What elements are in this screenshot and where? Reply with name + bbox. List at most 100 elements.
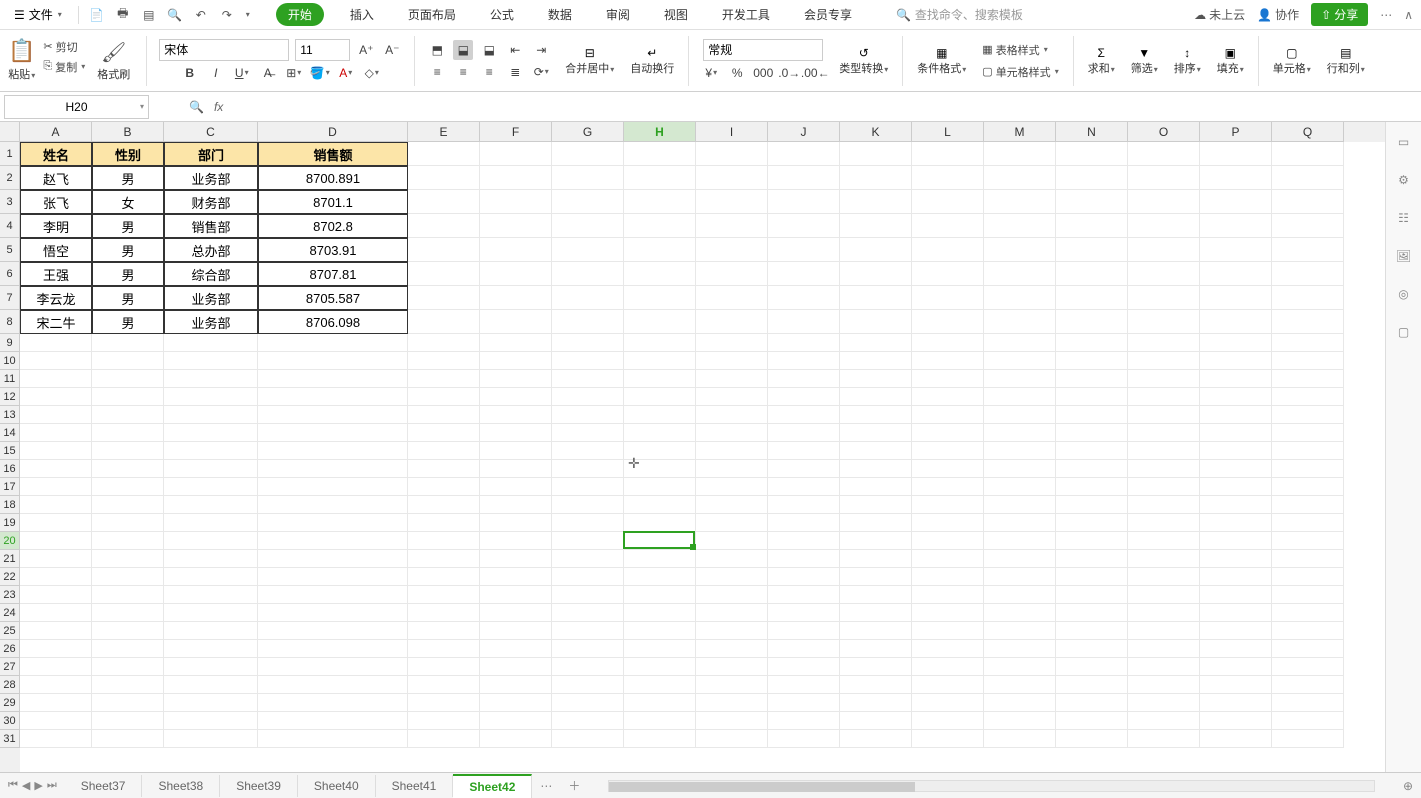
cell[interactable] — [1128, 352, 1200, 370]
cell[interactable] — [984, 286, 1056, 310]
cell[interactable] — [1128, 478, 1200, 496]
row-header[interactable]: 4 — [0, 214, 20, 238]
clear-format-button[interactable]: ◇▾ — [362, 63, 382, 83]
cell[interactable] — [408, 352, 480, 370]
cell[interactable] — [164, 568, 258, 586]
cell[interactable] — [768, 442, 840, 460]
cell[interactable] — [1056, 658, 1128, 676]
cell[interactable] — [984, 658, 1056, 676]
inc-decimal-icon[interactable]: .0→ — [779, 63, 799, 83]
cell[interactable] — [20, 334, 92, 352]
table-style[interactable]: ▦表格样式▾ — [980, 41, 1060, 59]
cell[interactable] — [164, 712, 258, 730]
cell[interactable] — [624, 730, 696, 748]
col-header-L[interactable]: L — [912, 122, 984, 142]
cell[interactable] — [20, 532, 92, 550]
cell[interactable] — [408, 388, 480, 406]
cell[interactable] — [1056, 286, 1128, 310]
cell[interactable]: 8701.1 — [258, 190, 408, 214]
cell[interactable] — [912, 406, 984, 424]
font-color-button[interactable]: A▾ — [336, 63, 356, 83]
cell[interactable]: 男 — [92, 262, 164, 286]
row-header[interactable]: 20 — [0, 532, 20, 550]
cell[interactable]: 财务部 — [164, 190, 258, 214]
cell[interactable]: 部门 — [164, 142, 258, 166]
cell[interactable]: 张飞 — [20, 190, 92, 214]
cell[interactable] — [1272, 478, 1344, 496]
conditional-format[interactable]: ▦ 条件格式▾ — [911, 44, 972, 78]
cell[interactable] — [92, 550, 164, 568]
cell[interactable] — [164, 514, 258, 532]
cell[interactable] — [768, 142, 840, 166]
cell[interactable] — [480, 424, 552, 442]
cell[interactable] — [1128, 262, 1200, 286]
horizontal-scrollbar[interactable] — [608, 780, 1375, 792]
cell[interactable] — [408, 262, 480, 286]
row-header[interactable]: 28 — [0, 676, 20, 694]
cell[interactable] — [1200, 286, 1272, 310]
cell[interactable] — [984, 406, 1056, 424]
side-doc-icon[interactable]: ▢ — [1394, 322, 1414, 342]
cell[interactable] — [408, 514, 480, 532]
cell[interactable] — [552, 142, 624, 166]
cell[interactable] — [624, 406, 696, 424]
cell[interactable] — [696, 352, 768, 370]
nav-next-icon[interactable]: ▶ — [34, 779, 42, 792]
cell[interactable] — [164, 694, 258, 712]
cell[interactable] — [912, 334, 984, 352]
cell[interactable] — [258, 568, 408, 586]
cell[interactable] — [480, 730, 552, 748]
cell[interactable] — [1056, 442, 1128, 460]
cell[interactable] — [912, 442, 984, 460]
nav-last-icon[interactable]: ⏭ — [47, 779, 57, 792]
cell[interactable] — [408, 496, 480, 514]
cell[interactable] — [696, 586, 768, 604]
cell[interactable] — [258, 496, 408, 514]
cell[interactable] — [768, 730, 840, 748]
cell[interactable] — [1272, 286, 1344, 310]
cell[interactable] — [768, 352, 840, 370]
percent-icon[interactable]: % — [727, 63, 747, 83]
cell[interactable] — [1056, 310, 1128, 334]
cell[interactable]: 8706.098 — [258, 310, 408, 334]
cell[interactable] — [164, 586, 258, 604]
cell[interactable] — [552, 622, 624, 640]
cell[interactable] — [768, 166, 840, 190]
sheet-tab[interactable]: Sheet41 — [376, 775, 454, 797]
cell[interactable] — [984, 586, 1056, 604]
cell[interactable] — [984, 262, 1056, 286]
cell[interactable] — [912, 142, 984, 166]
cell[interactable] — [696, 730, 768, 748]
cell[interactable] — [624, 622, 696, 640]
cell[interactable] — [696, 238, 768, 262]
cell[interactable] — [552, 214, 624, 238]
cell[interactable] — [840, 712, 912, 730]
cell[interactable] — [840, 190, 912, 214]
cell[interactable] — [552, 286, 624, 310]
row-header[interactable]: 30 — [0, 712, 20, 730]
cell[interactable] — [20, 514, 92, 532]
cell[interactable] — [164, 730, 258, 748]
cell[interactable] — [840, 334, 912, 352]
cell[interactable] — [92, 424, 164, 442]
increase-font-icon[interactable]: A⁺ — [356, 40, 376, 60]
cell[interactable] — [912, 586, 984, 604]
cell[interactable] — [1056, 460, 1128, 478]
cell[interactable] — [984, 478, 1056, 496]
cell[interactable] — [20, 388, 92, 406]
cell[interactable] — [768, 262, 840, 286]
cell[interactable] — [1128, 568, 1200, 586]
rowcol-button[interactable]: ▤ 行和列▾ — [1321, 44, 1371, 78]
cell[interactable] — [696, 640, 768, 658]
cell[interactable] — [1200, 424, 1272, 442]
sum-button[interactable]: Σ 求和▾ — [1082, 44, 1121, 78]
cell[interactable] — [552, 442, 624, 460]
undo-icon[interactable]: ↶ — [193, 7, 209, 23]
align-bottom-icon[interactable]: ⬓ — [479, 40, 499, 60]
cell[interactable] — [20, 622, 92, 640]
cell[interactable] — [624, 694, 696, 712]
cell[interactable] — [624, 478, 696, 496]
cell[interactable] — [408, 604, 480, 622]
currency-icon[interactable]: ¥▾ — [701, 63, 721, 83]
cell[interactable] — [480, 478, 552, 496]
